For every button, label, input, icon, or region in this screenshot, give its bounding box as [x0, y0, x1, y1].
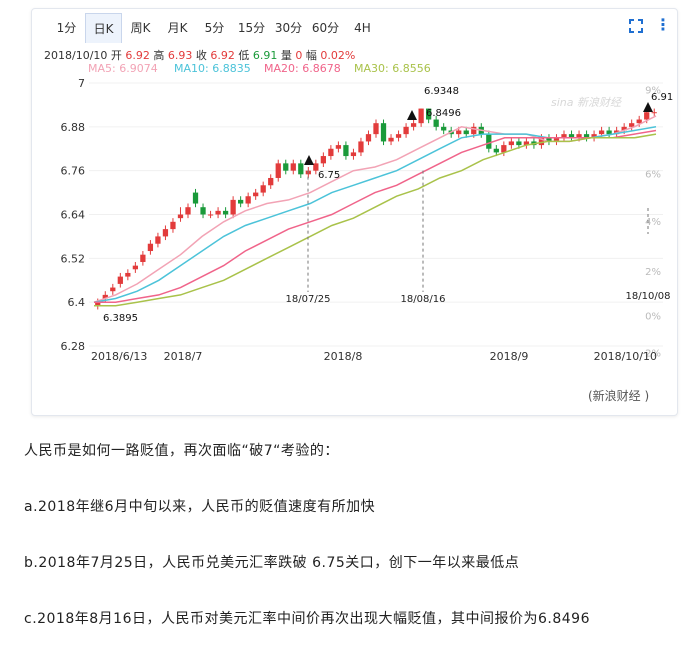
annotation-arrow-icon	[643, 102, 653, 112]
candle-body	[215, 210, 221, 215]
y-tick-label: 7	[78, 77, 85, 90]
paragraph-a: a.2018年继6月中旬以来，人民币的贬值速度有所加快	[24, 499, 376, 515]
y-tick-label: 6.28	[61, 340, 86, 353]
date-marker-label: 18/10/08	[626, 291, 671, 302]
candle-body	[185, 207, 191, 215]
candle-body	[238, 199, 244, 204]
candle-body	[328, 148, 334, 157]
date-marker-label: 18/07/25	[286, 294, 331, 305]
y-tick-label: 6.4	[68, 296, 86, 309]
x-tick-label: 2018/10/10	[594, 350, 657, 363]
y-tick-label: 6.64	[61, 209, 86, 222]
candle-body	[644, 112, 650, 120]
x-tick-label: 2018/6/13	[91, 350, 147, 363]
candle-body	[290, 163, 296, 171]
candle-body	[410, 123, 417, 127]
candle-body	[207, 214, 214, 216]
candle-body	[283, 163, 289, 171]
paragraph-b: b.2018年7月25日，人民币兑美元汇率跌破 6.75关口，创下一年以来最低点	[24, 555, 520, 571]
x-tick-label: 2018/7	[164, 350, 203, 363]
candle-body	[125, 272, 131, 277]
y2-tick-label: 6%	[645, 170, 661, 181]
ma30-line	[94, 133, 657, 307]
candle-body	[606, 130, 612, 135]
candlestick-chart: 76.886.766.646.526.46.289%6%4%2%0%-2%201…	[61, 77, 674, 363]
annotation-arrow-icon	[304, 155, 314, 165]
annotation-label: 6.91	[651, 92, 673, 103]
candle-body	[245, 196, 251, 204]
candle-body	[486, 134, 492, 149]
candle-body	[230, 199, 236, 215]
x-tick-label: 2018/9	[490, 350, 529, 363]
candle-body	[177, 214, 184, 219]
candle-body	[433, 119, 439, 127]
paragraph-c: c.2018年8月16日，人民币对美元汇率中间价再次出现大幅贬值，其中间报价为6…	[24, 611, 590, 627]
candle-body	[275, 163, 281, 178]
candle-body	[358, 141, 364, 153]
annotation-label: 6.8496	[426, 108, 461, 119]
candle-body	[629, 123, 635, 127]
candle-body	[155, 236, 161, 244]
candle-body	[335, 145, 342, 149]
candle-body	[222, 210, 229, 215]
candle-body	[162, 229, 169, 237]
candle-body	[418, 108, 424, 124]
y2-tick-label: 0%	[645, 312, 661, 323]
candle-body	[140, 254, 146, 262]
candle-body	[373, 123, 379, 135]
candle-body	[598, 130, 605, 135]
candle-body	[516, 141, 522, 146]
ma5-line	[93, 115, 657, 303]
candle-body	[651, 112, 657, 114]
candle-body	[117, 276, 123, 284]
candle-body	[260, 185, 266, 193]
candle-body	[395, 134, 402, 138]
candle-body	[298, 163, 304, 175]
candle-body	[170, 221, 176, 230]
candle-body	[403, 126, 409, 135]
y-tick-label: 6.76	[61, 165, 86, 178]
candle-body	[388, 137, 394, 142]
candle-body	[456, 130, 462, 135]
candle-body	[493, 148, 499, 153]
paragraph-intro: 人民币是如何一路贬值，再次面临“破7“考验的：	[24, 443, 339, 459]
source-label: (新浪财经 )	[588, 389, 650, 403]
candle-body	[350, 152, 357, 157]
candle-body	[320, 156, 326, 164]
candle-body	[132, 265, 138, 270]
candle-body	[147, 243, 154, 252]
y-tick-label: 6.52	[61, 252, 86, 265]
candle-body	[365, 134, 372, 142]
watermark: sina 新浪财经	[551, 96, 622, 109]
candle-body	[441, 126, 447, 131]
annotation-label: 6.3895	[103, 313, 138, 324]
candle-body	[380, 123, 387, 142]
y2-tick-label: 2%	[645, 267, 661, 278]
date-marker-label: 18/08/16	[401, 294, 446, 305]
candle-body	[200, 207, 206, 215]
x-tick-label: 2018/8	[324, 350, 363, 363]
annotation-label: 6.9348	[424, 86, 459, 97]
candle-body	[268, 177, 274, 186]
annotation-arrow-icon	[407, 110, 417, 120]
candle-body	[110, 287, 116, 292]
candle-body	[343, 145, 349, 157]
annotation-label: 6.75	[318, 170, 340, 181]
candle-body	[463, 130, 469, 135]
candle-body	[192, 192, 199, 204]
y-tick-label: 6.88	[61, 121, 86, 134]
candle-body	[253, 192, 259, 197]
candle-body	[508, 141, 514, 146]
